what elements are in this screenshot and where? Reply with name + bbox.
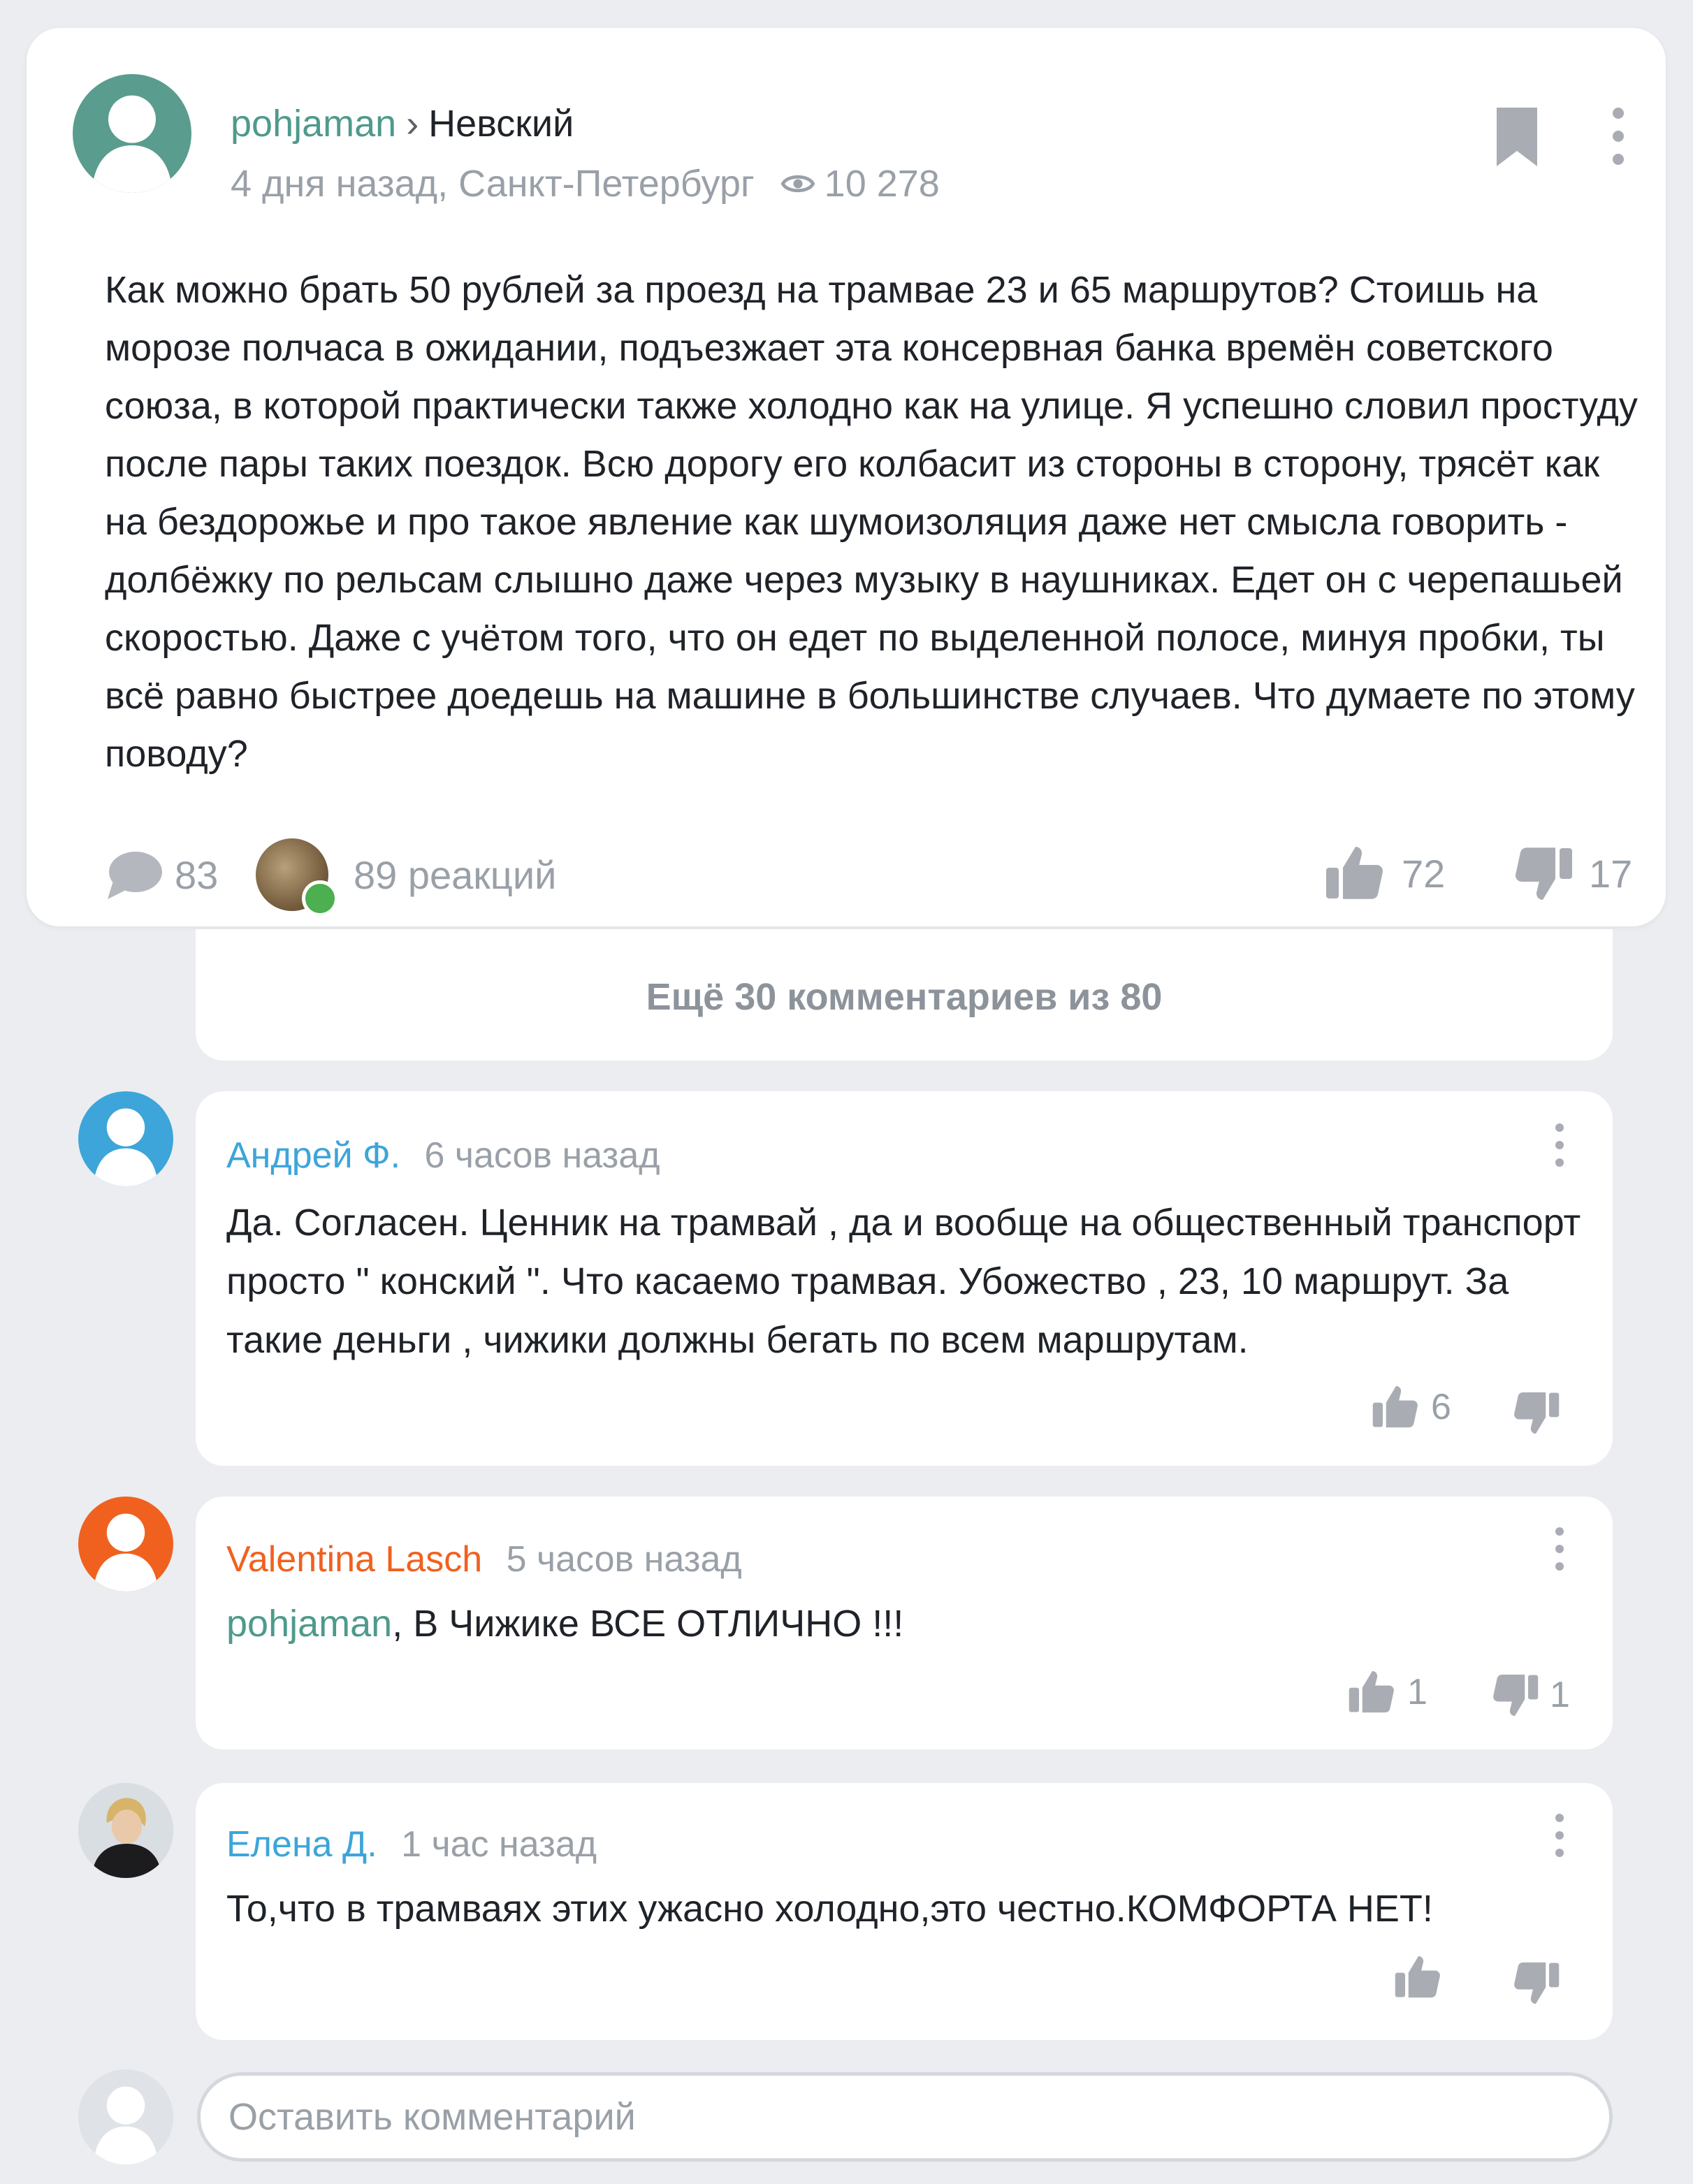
comment-card: Елена Д. 1 час назад То,что в трамваях э… [196, 1783, 1613, 2040]
reactions-button[interactable]: 89 реакций [256, 837, 557, 917]
comment-like-count: 6 [1431, 1387, 1451, 1427]
user-silhouette-icon [93, 1108, 159, 1186]
thumbs-down-icon [1493, 1674, 1539, 1717]
comment-card: Valentina Lasch 5 часов назад pohjaman, … [196, 1497, 1613, 1749]
post-text: Как можно брать 50 рублей за проезд на т… [105, 269, 1638, 775]
comment-header: Valentina Lasch 5 часов назад [226, 1541, 742, 1578]
post-breadcrumb: pohjaman › Невский [231, 105, 574, 143]
post-more-button[interactable] [1607, 106, 1629, 166]
post-meta: 4 дня назад, Санкт-Петербург 10 278 [231, 165, 940, 203]
post-like-button[interactable]: 72 [1322, 831, 1445, 915]
user-silhouette-icon [92, 95, 173, 193]
comment-like-button[interactable]: 1 [1346, 1664, 1427, 1720]
views-count: 10 278 [824, 163, 940, 205]
comment-dislike-count: 1 [1550, 1675, 1570, 1715]
thumbs-down-icon [1515, 847, 1572, 900]
speech-bubble-icon [108, 852, 162, 899]
comment-header: Елена Д. 1 час назад [226, 1826, 597, 1863]
more-vertical-icon [1555, 1814, 1564, 1857]
post-like-count: 72 [1402, 851, 1446, 896]
post-dislike-button[interactable]: 17 [1509, 831, 1632, 915]
comment-text: Да. Согласен. Ценник на трамвай , да и в… [226, 1202, 1581, 1361]
reaction-user-avatar [256, 838, 338, 917]
comments-count: 83 [175, 852, 219, 897]
comment-author-avatar[interactable] [78, 1783, 173, 1878]
comment-input[interactable] [197, 2072, 1613, 2162]
thumbs-up-icon [1372, 1385, 1418, 1428]
breadcrumb-separator: › [406, 103, 419, 145]
more-comments-card: Ещё 30 комментариев из 80 [196, 929, 1613, 1061]
user-photo-icon [78, 1783, 173, 1878]
comment-more-button[interactable] [1551, 1122, 1568, 1168]
comment-body: , В Чижике ВСЕ ОТЛИЧНО !!! [392, 1603, 904, 1645]
thumbs-up-icon [1326, 847, 1383, 899]
comment-header: Андрей Ф. 6 часов назад [226, 1137, 660, 1174]
comment-dislike-button[interactable] [1509, 1955, 1571, 2011]
bookmark-button[interactable] [1494, 105, 1540, 169]
comment-card: Андрей Ф. 6 часов назад Да. Согласен. Це… [196, 1091, 1613, 1466]
comment-dislike-button[interactable] [1509, 1385, 1571, 1441]
post-author-avatar[interactable] [73, 74, 191, 193]
user-silhouette-icon [93, 2086, 159, 2164]
comment-author-link[interactable]: Valentina Lasch [226, 1539, 482, 1580]
reply-to-link[interactable]: pohjaman [226, 1603, 392, 1645]
thumbs-up-icon [1395, 1956, 1440, 1998]
thumbs-down-icon [1514, 1962, 1560, 2004]
thumbs-down-icon [1514, 1392, 1560, 1434]
comment-author-link[interactable]: Елена Д. [226, 1824, 377, 1865]
post-author-link[interactable]: pohjaman [231, 103, 396, 145]
comment-author-avatar[interactable] [78, 1497, 173, 1592]
more-vertical-icon [1613, 108, 1624, 165]
comment-more-button[interactable] [1551, 1812, 1568, 1858]
more-vertical-icon [1555, 1527, 1564, 1571]
comment-time: 5 часов назад [506, 1539, 742, 1580]
post-footer: 83 89 реакций 72 17 [105, 838, 1632, 917]
post-views: 10 278 [780, 165, 940, 203]
reactions-count: 89 реакций [354, 852, 557, 897]
current-user-avatar [78, 2069, 173, 2164]
comment-like-button[interactable]: 6 [1369, 1379, 1451, 1435]
comment-time: 1 час назад [401, 1824, 597, 1865]
comment-author-link[interactable]: Андрей Ф. [226, 1135, 400, 1176]
comment-author-avatar[interactable] [78, 1091, 173, 1186]
comment-like-count: 1 [1407, 1672, 1427, 1712]
post-dislike-count: 17 [1589, 851, 1633, 896]
post-channel-link[interactable]: Невский [428, 103, 574, 145]
post-date-location: 4 дня назад, Санкт-Петербург [231, 163, 755, 205]
thumbs-up-icon [1349, 1670, 1394, 1713]
post-card: pohjaman › Невский 4 дня назад, Санкт-Пете… [27, 28, 1666, 926]
comments-count-button[interactable]: 83 [105, 845, 218, 904]
comment-more-button[interactable] [1551, 1526, 1568, 1572]
load-more-comments-button[interactable]: Ещё 30 комментариев из 80 [196, 975, 1613, 1019]
bookmark-icon [1497, 108, 1537, 166]
reaction-badge-icon [302, 880, 338, 917]
user-silhouette-icon [93, 1513, 159, 1592]
more-vertical-icon [1555, 1123, 1564, 1167]
comment-time: 6 часов назад [424, 1135, 660, 1176]
comment-text: То,что в трамваях этих ужасно холодно,эт… [226, 1888, 1433, 1930]
comment-dislike-button[interactable]: 1 [1488, 1667, 1570, 1723]
comment-text: pohjaman, В Чижике ВСЕ ОТЛИЧНО !!! [226, 1594, 1596, 1653]
comment-like-button[interactable] [1392, 1949, 1453, 2005]
eye-icon [780, 175, 815, 193]
